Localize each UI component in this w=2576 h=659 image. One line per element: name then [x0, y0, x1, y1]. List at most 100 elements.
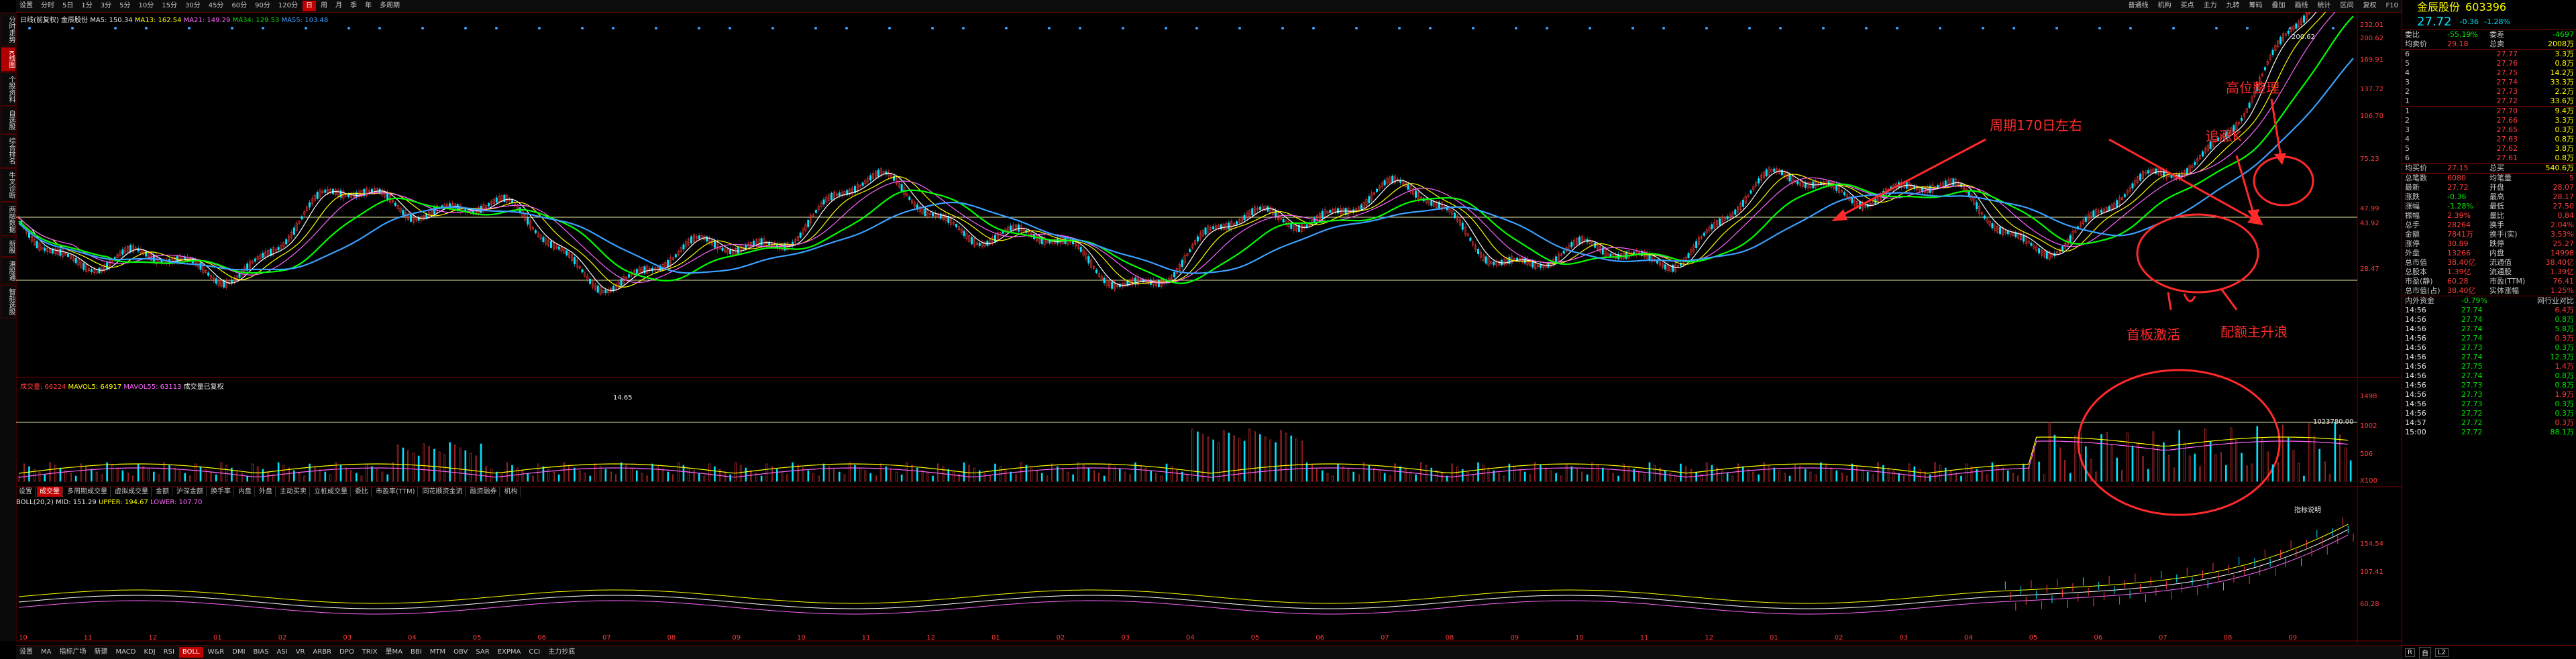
period-tab-4[interactable]: 5分: [116, 1, 133, 11]
indicator-tab-8[interactable]: W&R: [205, 647, 228, 658]
toolbar-tool-0[interactable]: 普通线: [2125, 1, 2152, 11]
indicator-tab-21[interactable]: EXPMA: [494, 647, 525, 658]
indicator-tab-9[interactable]: DMI: [229, 647, 248, 658]
indicator-tab-2[interactable]: 指标广场: [56, 647, 89, 658]
indicator-tab-1[interactable]: MA: [38, 647, 54, 658]
sidebar-item-1[interactable]: K线图: [1, 47, 15, 72]
indicator-tab-11[interactable]: ASI: [274, 647, 291, 658]
volume-subtab-6[interactable]: 换手率: [208, 487, 234, 497]
volume-subtab-3[interactable]: 虚拟成交量: [112, 487, 152, 497]
toolbar-tool-10[interactable]: 复权: [2360, 1, 2380, 11]
indicator-tab-5[interactable]: KDJ: [140, 647, 158, 658]
buy-level-0[interactable]: 1 27.70 9.4万: [2402, 107, 2576, 116]
toolbar-tool-2[interactable]: 买点: [2178, 1, 2198, 11]
quote-bottom-icon-0[interactable]: R: [2405, 648, 2415, 657]
sell-level-3[interactable]: 3 27.74 33.3万: [2402, 78, 2576, 87]
indicator-tab-22[interactable]: CCI: [525, 647, 543, 658]
buy-level-2[interactable]: 3 27.65 0.3万: [2402, 125, 2576, 135]
sidebar-item-3[interactable]: 自选股: [1, 106, 15, 133]
indicator-tab-4[interactable]: MACD: [112, 647, 139, 658]
indicator-tab-23[interactable]: 主力抄底: [545, 647, 578, 658]
volume-subtab-11[interactable]: 委比: [352, 487, 372, 497]
buy-level-3[interactable]: 4 27.63 0.8万: [2402, 135, 2576, 144]
volume-subtab-12[interactable]: 市盈率(TTM): [373, 487, 419, 497]
period-tab-0[interactable]: 分时: [38, 1, 58, 11]
period-tab-11[interactable]: 120分: [275, 1, 301, 11]
period-tab-12[interactable]: 日: [303, 1, 316, 11]
indicator-tab-15[interactable]: TRIX: [359, 647, 381, 658]
toolbar-tool-7[interactable]: 画线: [2292, 1, 2312, 11]
indicator-tab-7[interactable]: BOLL: [178, 647, 203, 658]
indicator-tab-19[interactable]: OBV: [450, 647, 471, 658]
period-tab-6[interactable]: 15分: [158, 1, 180, 11]
volume-subtab-0[interactable]: 设置: [16, 487, 36, 497]
toolbar-tool-11[interactable]: F10: [2383, 1, 2402, 11]
period-tab-9[interactable]: 60分: [228, 1, 250, 11]
toolbar-tool-6[interactable]: 叠加: [2269, 1, 2289, 11]
sell-level-0[interactable]: 6 27.77 3.3万: [2402, 50, 2576, 59]
period-tab-15[interactable]: 季: [347, 1, 360, 11]
sell-level-4[interactable]: 2 27.73 2.2万: [2402, 87, 2576, 97]
period-tab-16[interactable]: 年: [362, 1, 375, 11]
period-tab-17[interactable]: 多周期: [376, 1, 403, 11]
toolbar-tool-4[interactable]: 九转: [2223, 1, 2243, 11]
volume-bar: [366, 463, 368, 482]
volume-subtab-8[interactable]: 外盘: [256, 487, 276, 497]
tick-list[interactable]: 14:56 27.74 6.4万 14:56 27.74 0.8万 14:56 27.74 5.…: [2402, 306, 2576, 437]
toolbar-tool-1[interactable]: 机构: [2155, 1, 2175, 11]
volume-subtab-2[interactable]: 多周期成交量: [64, 487, 111, 497]
sidebar-item-5[interactable]: 牛叉诊断: [1, 168, 15, 202]
volume-subtab-4[interactable]: 金额: [153, 487, 172, 497]
volume-subtab-14[interactable]: 融资融券: [467, 487, 500, 497]
indicator-tab-6[interactable]: RSI: [160, 647, 178, 658]
buy-level-1[interactable]: 2 27.66 3.3万: [2402, 116, 2576, 125]
sidebar-item-2[interactable]: 个股资料: [1, 72, 15, 106]
indicator-tab-3[interactable]: 新建: [91, 647, 111, 658]
buy-level-4[interactable]: 5 27.62 3.8万: [2402, 144, 2576, 154]
period-tab-14[interactable]: 月: [332, 1, 345, 11]
sell-level-5[interactable]: 1 27.72 33.6万: [2402, 97, 2576, 106]
toolbar-tool-3[interactable]: 主力: [2200, 1, 2220, 11]
sidebar-item-4[interactable]: 综合排名: [1, 133, 15, 168]
indicator-tab-17[interactable]: BBI: [407, 647, 425, 658]
sidebar-item-9[interactable]: 智能选股: [1, 284, 15, 318]
indicator-tab-0[interactable]: 设置: [16, 647, 36, 658]
period-tab-2[interactable]: 1分: [78, 1, 95, 11]
period-tab-5[interactable]: 10分: [136, 1, 158, 11]
kline-chart-area[interactable]: 232.01 200.62 169.91 137.72 106.70 75.23 47.99…: [16, 12, 2402, 645]
quote-bottom-icon-1[interactable]: 自: [2418, 646, 2431, 658]
indicator-tab-14[interactable]: DPO: [336, 647, 358, 658]
indicator-tab-20[interactable]: SAR: [472, 647, 492, 658]
volume-subtab-5[interactable]: 沪深金额: [174, 487, 207, 497]
kline-candle: [799, 233, 802, 238]
buy-level-5[interactable]: 6 27.61 0.8万: [2402, 154, 2576, 163]
period-tab-10[interactable]: 90分: [252, 1, 274, 11]
indicator-tab-16[interactable]: 量MA: [382, 647, 406, 658]
period-tab-3[interactable]: 3分: [97, 1, 115, 11]
toolbar-settings[interactable]: 设置: [16, 1, 36, 11]
period-tab-8[interactable]: 45分: [205, 1, 227, 11]
volume-subtab-15[interactable]: 机构: [501, 487, 521, 497]
sidebar-item-6[interactable]: 两融数据: [1, 202, 15, 236]
sell-level-1[interactable]: 5 27.76 0.8万: [2402, 59, 2576, 68]
toolbar-tool-8[interactable]: 统计: [2314, 1, 2334, 11]
sidebar-item-0[interactable]: 分时走势: [1, 13, 15, 46]
volume-subtab-9[interactable]: 主动买卖: [277, 487, 310, 497]
period-tab-13[interactable]: 周: [317, 1, 331, 11]
volume-subtab-13[interactable]: 同花顺资金流: [419, 487, 466, 497]
period-tab-7[interactable]: 30分: [182, 1, 204, 11]
indicator-tab-12[interactable]: VR: [292, 647, 309, 658]
toolbar-tool-5[interactable]: 筹码: [2246, 1, 2266, 11]
quote-bottom-icon-2[interactable]: L2: [2434, 648, 2449, 657]
sidebar-item-7[interactable]: 新股: [1, 236, 15, 257]
volume-subtab-10[interactable]: 立桩成交量: [311, 487, 351, 497]
toolbar-tool-9[interactable]: 区间: [2337, 1, 2357, 11]
indicator-tab-10[interactable]: BIAS: [250, 647, 272, 658]
period-tab-1[interactable]: 5日: [59, 1, 76, 11]
volume-subtab-7[interactable]: 内盘: [235, 487, 255, 497]
sell-level-2[interactable]: 4 27.75 14.2万: [2402, 68, 2576, 78]
indicator-tab-18[interactable]: MTM: [427, 647, 449, 658]
volume-subtab-1[interactable]: 成交量: [37, 487, 63, 497]
sidebar-item-8[interactable]: 港股通: [1, 257, 15, 284]
indicator-tab-13[interactable]: ARBR: [309, 647, 335, 658]
